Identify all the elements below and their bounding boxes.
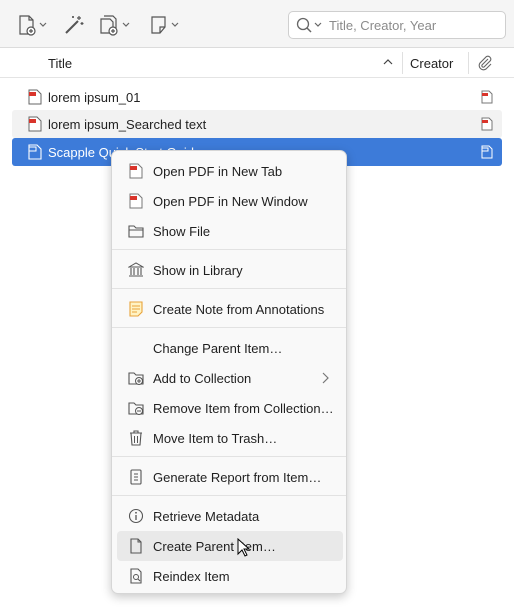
add-by-identifier-button[interactable]	[62, 12, 86, 38]
mouse-cursor-icon	[237, 537, 251, 561]
folder-icon	[128, 223, 144, 239]
add-attachment-icon	[100, 15, 130, 36]
column-divider[interactable]	[402, 52, 403, 74]
magic-wand-icon	[65, 16, 84, 34]
pdf-icon	[128, 163, 144, 179]
menu-item-open-pdf-new-tab[interactable]: Open PDF in New Tab	[117, 156, 343, 186]
add-attachment-button[interactable]	[98, 12, 132, 38]
item-row[interactable]: lorem ipsum_Searched text	[12, 110, 502, 138]
item-title: lorem ipsum_01	[48, 90, 141, 105]
remove-collection-icon	[128, 400, 144, 416]
menu-item-show-in-library[interactable]: Show in Library	[117, 255, 343, 285]
new-item-button[interactable]	[16, 12, 48, 38]
pdf-icon	[128, 193, 144, 209]
column-creator[interactable]: Creator	[410, 56, 453, 71]
menu-separator	[112, 288, 346, 289]
pdf-attachment-icon[interactable]	[480, 90, 494, 107]
reindex-icon	[128, 568, 144, 584]
paperclip-icon[interactable]	[477, 55, 493, 74]
menu-separator	[112, 327, 346, 328]
column-divider[interactable]	[468, 52, 469, 74]
menu-item-move-to-trash[interactable]: Move Item to Trash…	[117, 423, 343, 453]
chevron-right-icon	[321, 372, 329, 387]
item-row[interactable]: lorem ipsum_01	[12, 83, 502, 111]
pdf-attachment-icon[interactable]	[480, 145, 494, 162]
add-collection-icon	[128, 370, 144, 386]
menu-item-reindex-item[interactable]: Reindex Item	[117, 561, 343, 591]
search-box[interactable]	[288, 11, 506, 39]
new-note-icon	[151, 16, 179, 34]
new-note-button[interactable]	[148, 12, 182, 38]
pdf-icon	[28, 116, 42, 135]
item-title: lorem ipsum_Searched text	[48, 117, 207, 132]
pdf-icon	[28, 144, 42, 163]
search-input[interactable]	[329, 17, 499, 33]
search-icon[interactable]	[295, 16, 323, 34]
menu-item-generate-report[interactable]: Generate Report from Item…	[117, 462, 343, 492]
menu-item-remove-from-collection[interactable]: Remove Item from Collection…	[117, 393, 343, 423]
new-item-icon	[19, 15, 47, 36]
menu-item-create-parent-item[interactable]: Create Parent Item…	[117, 531, 343, 561]
column-title[interactable]: Title	[48, 56, 72, 71]
menu-item-add-to-collection[interactable]: Add to Collection	[117, 363, 343, 393]
sort-ascending-icon	[382, 56, 394, 71]
menu-separator	[112, 249, 346, 250]
menu-item-create-note-from-annotations[interactable]: Create Note from Annotations	[117, 294, 343, 324]
pdf-icon	[28, 89, 42, 108]
menu-item-retrieve-metadata[interactable]: Retrieve Metadata	[117, 501, 343, 531]
report-icon	[128, 469, 144, 485]
column-header: Title Creator	[0, 48, 514, 78]
info-icon	[128, 508, 144, 524]
pdf-attachment-icon[interactable]	[480, 117, 494, 134]
library-icon	[127, 262, 145, 278]
trash-icon	[128, 430, 144, 446]
document-icon	[128, 538, 144, 554]
toolbar	[0, 0, 514, 48]
menu-item-open-pdf-new-window[interactable]: Open PDF in New Window	[117, 186, 343, 216]
menu-item-change-parent-item[interactable]: Change Parent Item…	[117, 333, 343, 363]
note-icon	[128, 301, 144, 317]
menu-separator	[112, 495, 346, 496]
menu-separator	[112, 456, 346, 457]
menu-item-show-file[interactable]: Show File	[117, 216, 343, 246]
context-menu: Open PDF in New Tab Open PDF in New Wind…	[111, 150, 347, 594]
